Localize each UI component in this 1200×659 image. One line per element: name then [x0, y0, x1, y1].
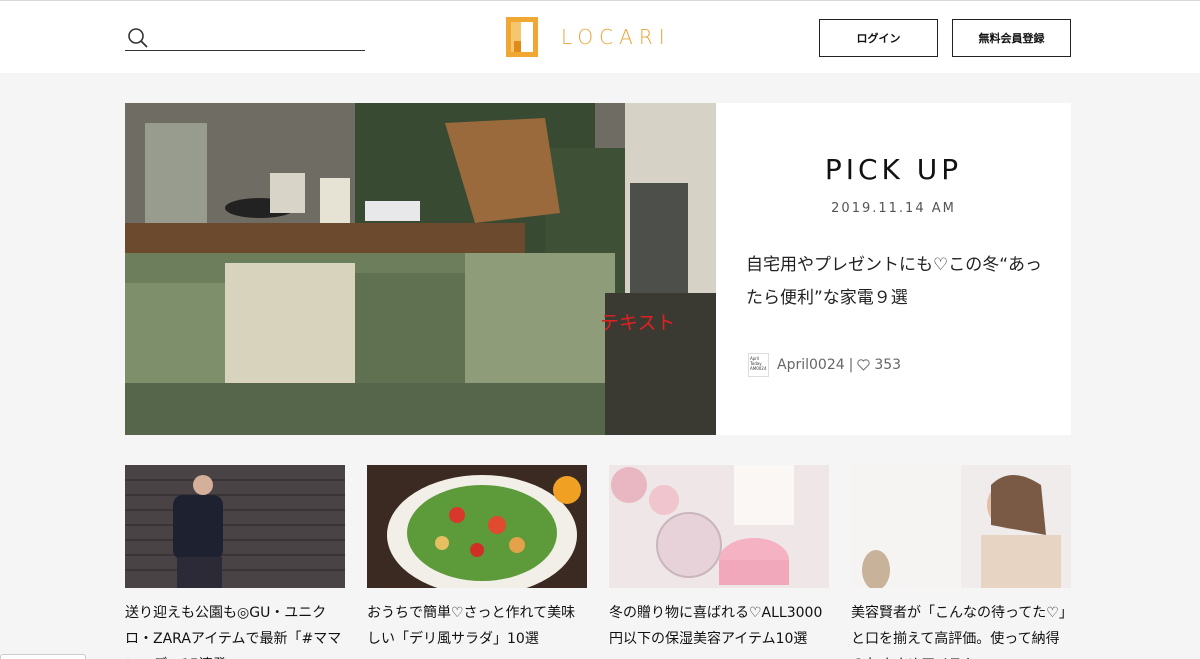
author-avatar: April Today AM0024	[748, 353, 769, 377]
article-card[interactable]: おうちで簡単♡さっと作れて美味しい「デリ風サラダ」10選	[367, 465, 587, 659]
article-card[interactable]: 冬の贈り物に喜ばれる♡ALL3000円以下の保湿美容アイテム10選	[609, 465, 829, 659]
overlay-text: テキスト	[600, 312, 676, 334]
author-name: April0024	[777, 357, 845, 373]
article-thumbnail[interactable]	[851, 465, 1071, 588]
living-room-photo	[125, 103, 716, 435]
article-title[interactable]: 美容賢者が「こんなの待ってた♡」と口を揃えて高評価。使って納得のおすすめアイテム	[851, 600, 1071, 659]
pickup-title[interactable]: 自宅用やプレゼントにも♡この冬“あったら便利”な家電９選	[746, 249, 1046, 315]
like-count: 353	[874, 357, 902, 373]
heart-outline-icon	[857, 359, 871, 371]
article-card[interactable]: 送り迎えも公園も◎GU・ユニクロ・ZARAアイテムで最新「#ママコーデ」15連発	[125, 465, 345, 659]
pickup-date: 2019.11.14 AM	[831, 201, 956, 216]
beauty-photo	[851, 465, 1071, 588]
logo-wordmark: LOCARI	[561, 25, 671, 49]
article-thumbnail[interactable]	[609, 465, 829, 588]
pickup-feature[interactable]: テキスト PICK UP 2019.11.14 AM 自宅用やプレゼントにも♡こ…	[125, 103, 1071, 435]
search-icon	[128, 28, 148, 48]
register-button[interactable]: 無料会員登録	[952, 19, 1071, 57]
article-thumbnail[interactable]	[367, 465, 587, 588]
search-box[interactable]	[125, 27, 365, 51]
site-logo[interactable]: LOCARI	[506, 17, 671, 57]
site-header: LOCARI ログイン 無料会員登録	[0, 0, 1200, 73]
bottom-left-tab	[0, 654, 86, 659]
lip-balm-photo	[609, 465, 829, 588]
login-button[interactable]: ログイン	[819, 19, 938, 57]
article-title[interactable]: おうちで簡単♡さっと作れて美味しい「デリ風サラダ」10選	[367, 600, 587, 659]
article-title[interactable]: 送り迎えも公園も◎GU・ユニクロ・ZARAアイテムで最新「#ママコーデ」15連発	[125, 600, 345, 659]
salad-photo	[367, 465, 587, 588]
fashion-photo	[125, 465, 345, 588]
article-title[interactable]: 冬の贈り物に喜ばれる♡ALL3000円以下の保湿美容アイテム10選	[609, 600, 829, 659]
pickup-author[interactable]: April Today AM0024 April0024 | 353	[748, 353, 901, 377]
article-thumbnail[interactable]	[125, 465, 345, 588]
pickup-info: PICK UP 2019.11.14 AM 自宅用やプレゼントにも♡この冬“あっ…	[716, 103, 1071, 435]
pickup-heading: PICK UP	[824, 153, 963, 186]
author-separator: |	[848, 357, 854, 373]
search-input[interactable]	[153, 27, 363, 49]
pickup-image[interactable]: テキスト	[125, 103, 716, 435]
article-card[interactable]: 美容賢者が「こんなの待ってた♡」と口を揃えて高評価。使って納得のおすすめアイテム	[851, 465, 1071, 659]
locari-logo-icon	[506, 17, 538, 57]
